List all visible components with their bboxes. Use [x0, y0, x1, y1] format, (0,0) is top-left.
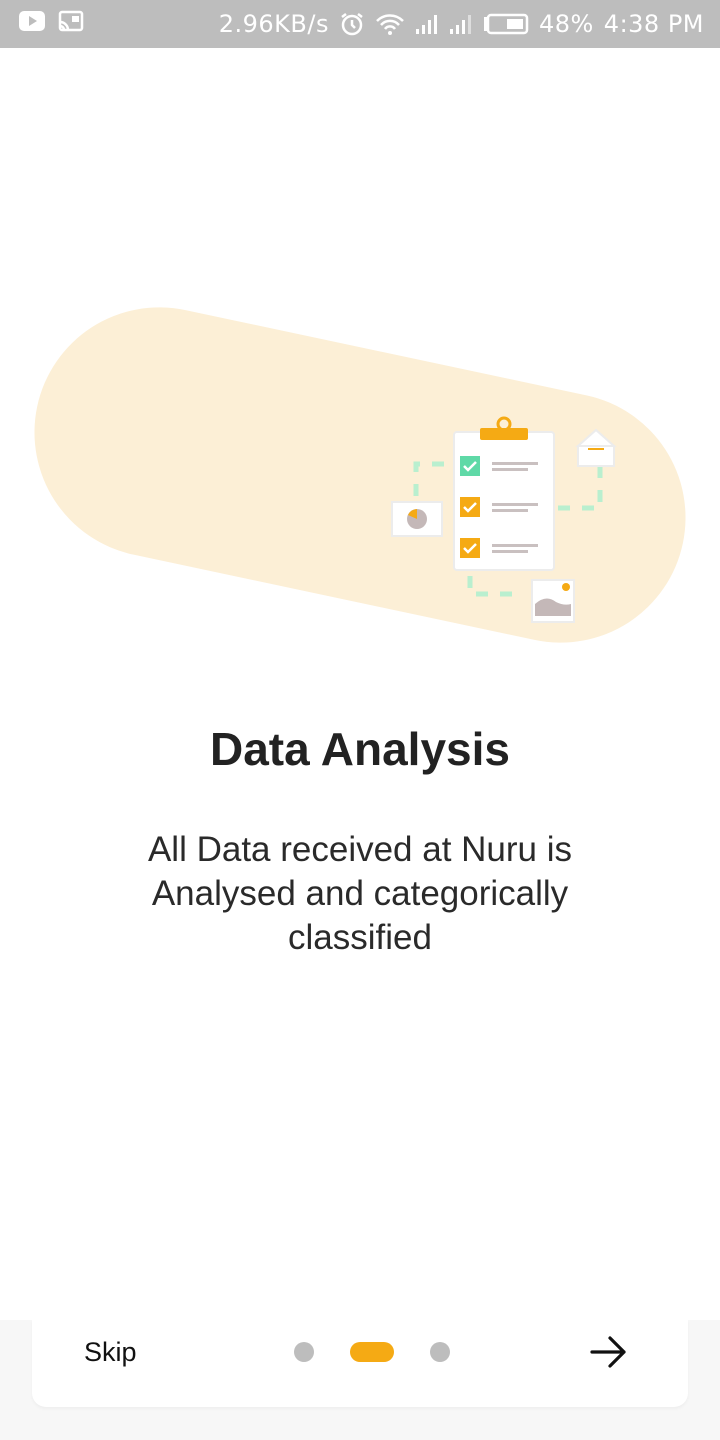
clipboard-icon [453, 416, 555, 571]
bottom-navigation: Skip [32, 1320, 688, 1407]
skip-button[interactable]: Skip [84, 1334, 137, 1370]
wifi-icon [375, 12, 405, 36]
arrow-right-icon [590, 1336, 626, 1368]
page-indicator [294, 1342, 450, 1362]
status-bar: 2.96KB/s 48% 4:38 PM [0, 0, 720, 48]
illustration-background-blob [34, 307, 686, 643]
youtube-icon [18, 10, 46, 38]
page-dot-active [350, 1342, 394, 1362]
cast-icon [58, 10, 84, 38]
battery-icon [483, 13, 529, 35]
alarm-icon [339, 11, 365, 37]
pie-chart-card-icon [391, 501, 443, 537]
status-right: 2.96KB/s 48% 4:38 PM [219, 10, 704, 38]
clock-time: 4:38 PM [603, 10, 704, 38]
onboarding-illustration [0, 250, 720, 690]
page-dot [294, 1342, 314, 1362]
signal-icon [415, 13, 439, 35]
onboarding-description: All Data received at Nuru is Analysed an… [147, 830, 573, 957]
network-speed: 2.96KB/s [218, 10, 329, 38]
next-button[interactable] [586, 1332, 630, 1372]
status-left [18, 10, 84, 38]
onboarding-title: Data Analysis [210, 723, 510, 775]
image-card-icon [531, 579, 575, 623]
signal-icon [449, 13, 473, 35]
battery-percent: 48% [538, 10, 594, 38]
page-dot [430, 1342, 450, 1362]
